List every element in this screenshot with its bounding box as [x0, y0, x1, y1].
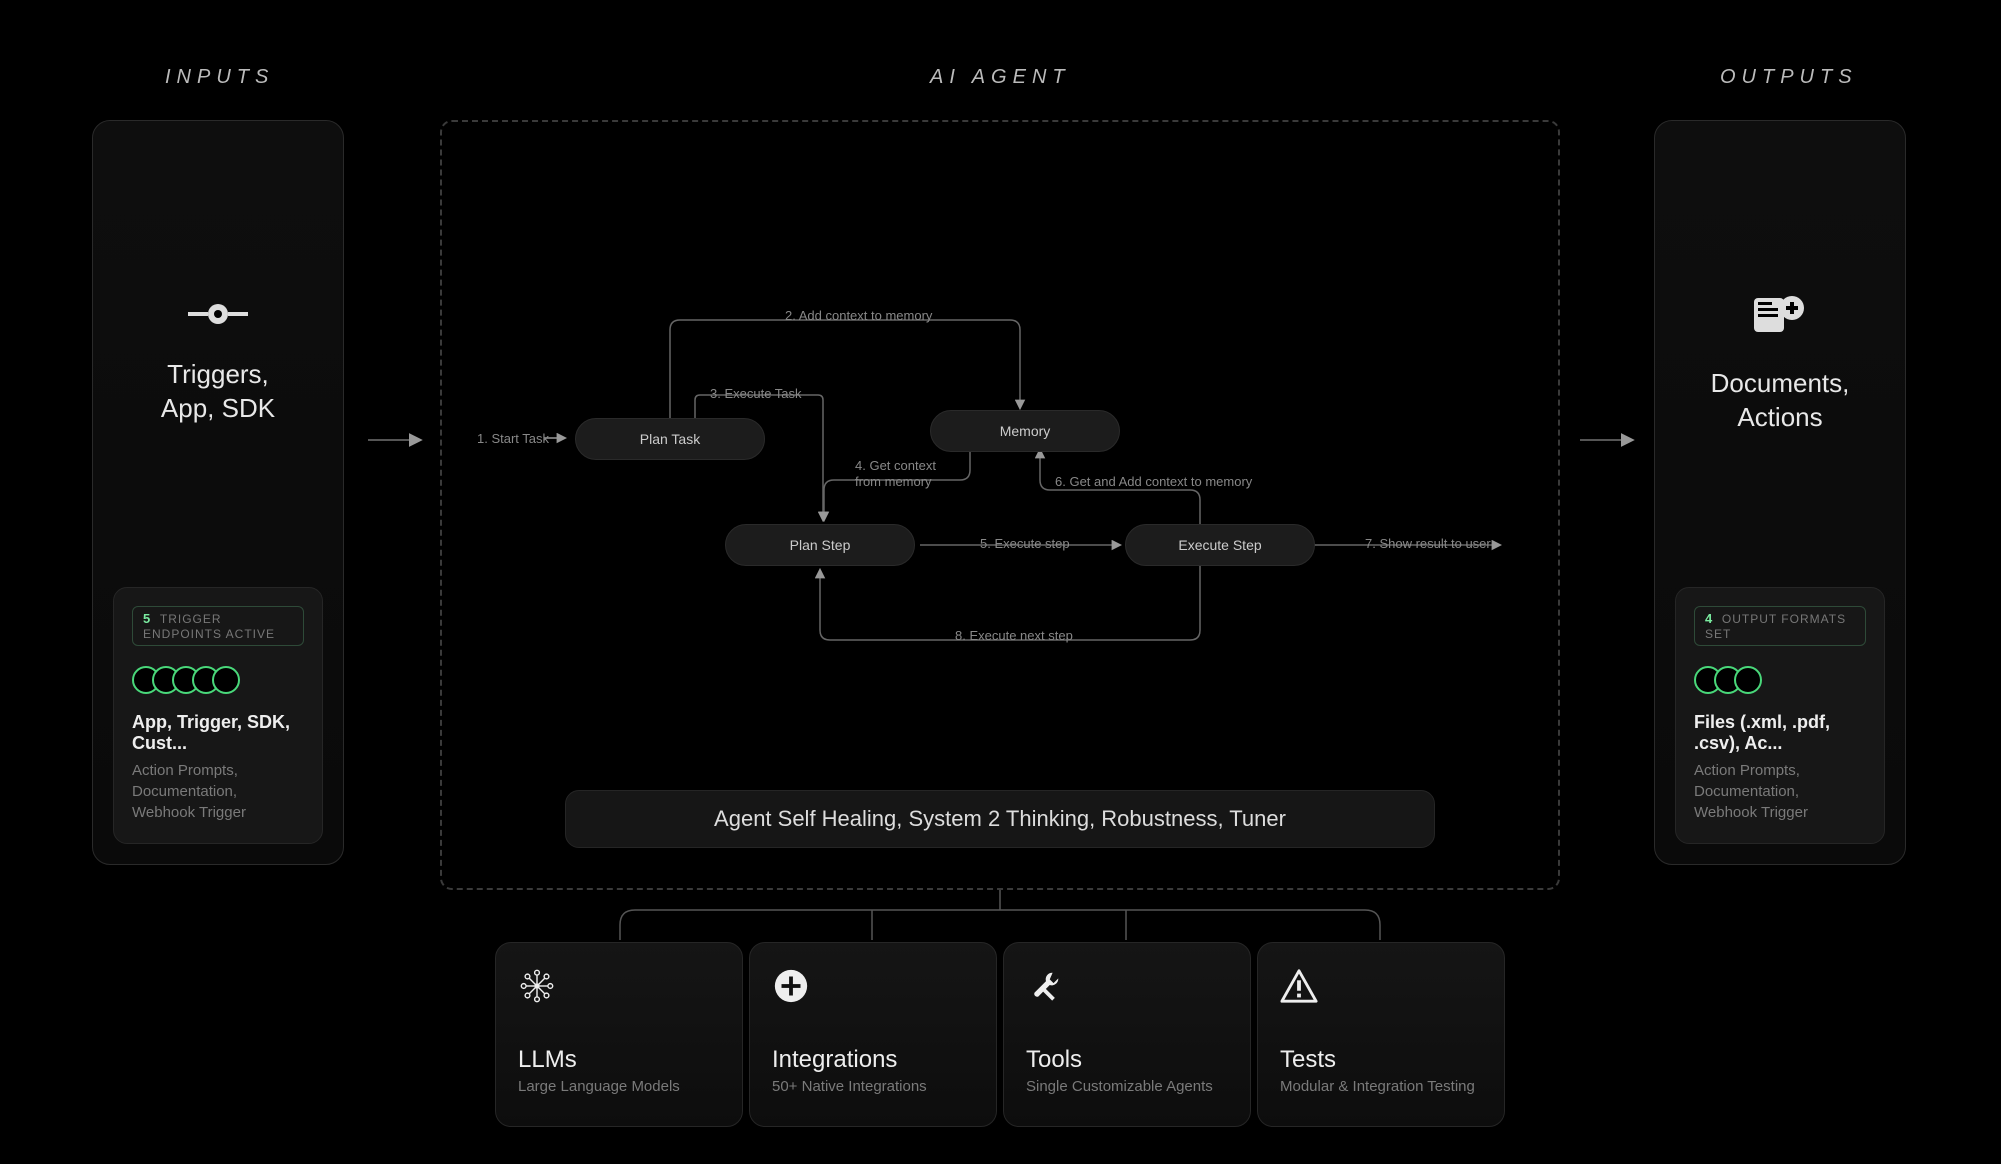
outputs-status-title: Files (.xml, .pdf, .csv), Ac... [1694, 712, 1866, 754]
document-icon [1752, 294, 1808, 339]
capability-title: Tools [1026, 1046, 1228, 1074]
inputs-status-card: 5 TRIGGER ENDPOINTS ACTIVE App, Trigger,… [113, 587, 323, 844]
inputs-panel: Triggers, App, SDK 5 TRIGGER ENDPOINTS A… [92, 120, 344, 865]
status-dot [1734, 666, 1762, 694]
section-label-inputs: INPUTS [165, 66, 274, 89]
node-plan-step: Plan Step [725, 524, 915, 566]
edge-label-3: 3. Execute Task [710, 386, 802, 401]
network-icon [518, 967, 720, 1010]
inputs-status-sub: Action Prompts, Documentation, Webhook T… [132, 760, 304, 823]
outputs-panel: Documents, Actions 4 OUTPUT FORMATS SET … [1654, 120, 1906, 865]
edge-label-4: 4. Get context from memory [855, 458, 936, 489]
node-plan-task: Plan Task [575, 418, 765, 460]
plus-icon [772, 967, 974, 1010]
edge-label-7: 7. Show result to user [1365, 536, 1491, 551]
outputs-status-card: 4 OUTPUT FORMATS SET Files (.xml, .pdf, … [1675, 587, 1885, 844]
section-label-agent: AI AGENT [930, 66, 1071, 89]
inputs-status-title: App, Trigger, SDK, Cust... [132, 712, 304, 754]
capability-subtitle: Large Language Models [518, 1078, 720, 1095]
capability-card-tools: Tools Single Customizable Agents [1003, 942, 1251, 1127]
capability-title: LLMs [518, 1046, 720, 1074]
tools-icon [1026, 967, 1228, 1010]
capability-card-tests: Tests Modular & Integration Testing [1257, 942, 1505, 1127]
status-dot [212, 666, 240, 694]
inputs-badge: 5 TRIGGER ENDPOINTS ACTIVE [132, 606, 304, 646]
edge-label-2: 2. Add context to memory [785, 308, 932, 323]
edge-label-5: 5. Execute step [980, 536, 1070, 551]
capability-title: Tests [1280, 1046, 1482, 1074]
inputs-title: Triggers, App, SDK [161, 358, 275, 426]
edge-label-6: 6. Get and Add context to memory [1055, 474, 1252, 489]
node-execute-step: Execute Step [1125, 524, 1315, 566]
capability-title: Integrations [772, 1046, 974, 1074]
capability-subtitle: Modular & Integration Testing [1280, 1078, 1482, 1095]
outputs-title: Documents, Actions [1711, 367, 1850, 435]
node-memory: Memory [930, 410, 1120, 452]
outputs-badge: 4 OUTPUT FORMATS SET [1694, 606, 1866, 646]
edge-label-8: 8. Execute next step [955, 628, 1073, 643]
outputs-status-sub: Action Prompts, Documentation, Webhook T… [1694, 760, 1866, 823]
capability-subtitle: Single Customizable Agents [1026, 1078, 1228, 1095]
capability-card-integrations: Integrations 50+ Native Integrations [749, 942, 997, 1127]
agent-properties-bar: Agent Self Healing, System 2 Thinking, R… [565, 790, 1435, 848]
warning-icon [1280, 967, 1482, 1010]
trigger-icon [188, 303, 248, 330]
capability-subtitle: 50+ Native Integrations [772, 1078, 974, 1095]
agent-container [440, 120, 1560, 890]
outputs-dots [1694, 666, 1866, 694]
capability-card-llms: LLMs Large Language Models [495, 942, 743, 1127]
flow-label-start: 1. Start Task [477, 431, 549, 446]
section-label-outputs: OUTPUTS [1720, 66, 1858, 89]
inputs-dots [132, 666, 304, 694]
